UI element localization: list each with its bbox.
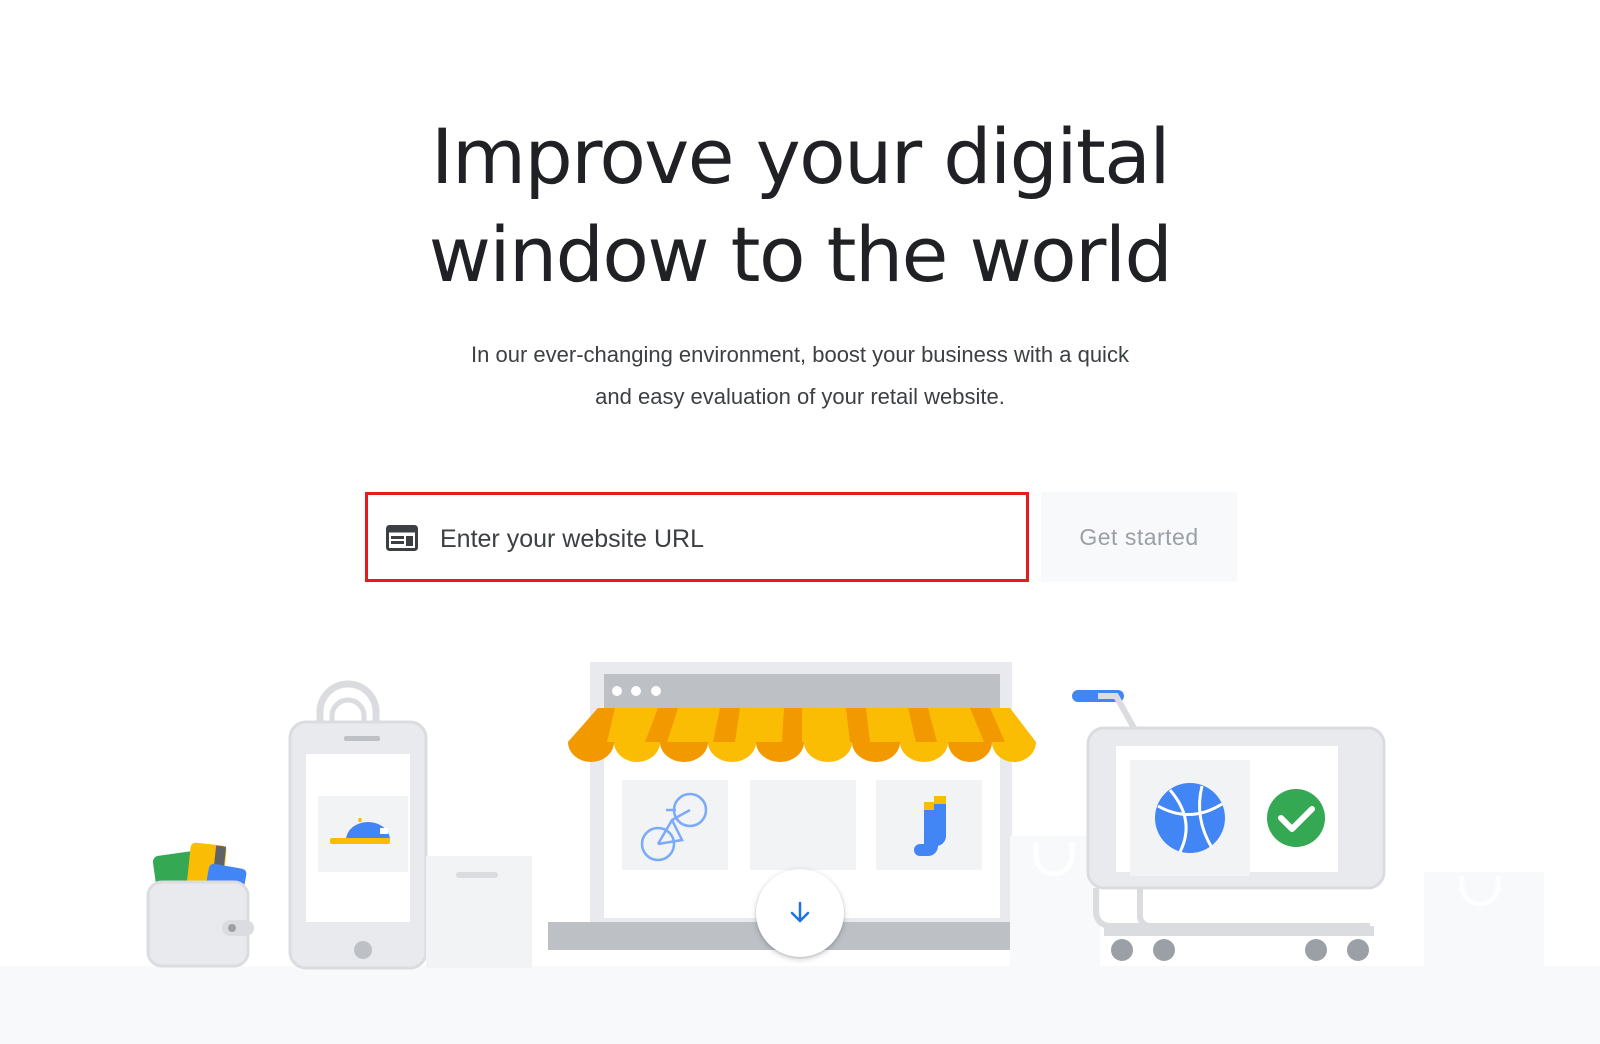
headline-line-1: Improve your digital — [431, 112, 1170, 201]
landing-page: Improve your digital window to the world… — [0, 0, 1600, 1044]
arrow-down-icon — [790, 901, 810, 923]
web-browser-icon — [386, 525, 418, 551]
right-shopping-bag-illustration — [1424, 872, 1544, 970]
website-url-input[interactable] — [438, 515, 1002, 563]
wallet-illustration — [146, 842, 254, 968]
subtitle-line-1: In our ever-changing environment, boost … — [471, 342, 1129, 367]
get-started-button[interactable]: Get started — [1041, 492, 1237, 582]
box-label — [456, 872, 498, 878]
hero-subtitle: In our ever-changing environment, boost … — [0, 334, 1600, 418]
headline-line-2: window to the world — [428, 210, 1173, 299]
url-input-container[interactable] — [365, 492, 1029, 582]
floor-band — [0, 966, 1600, 1044]
shopping-cart-illustration — [1072, 690, 1386, 961]
subtitle-line-2: and easy evaluation of your retail websi… — [595, 384, 1005, 409]
phone-illustration — [288, 680, 428, 970]
scroll-down-button[interactable] — [756, 869, 844, 957]
hero-headline: Improve your digital window to the world — [0, 108, 1600, 304]
